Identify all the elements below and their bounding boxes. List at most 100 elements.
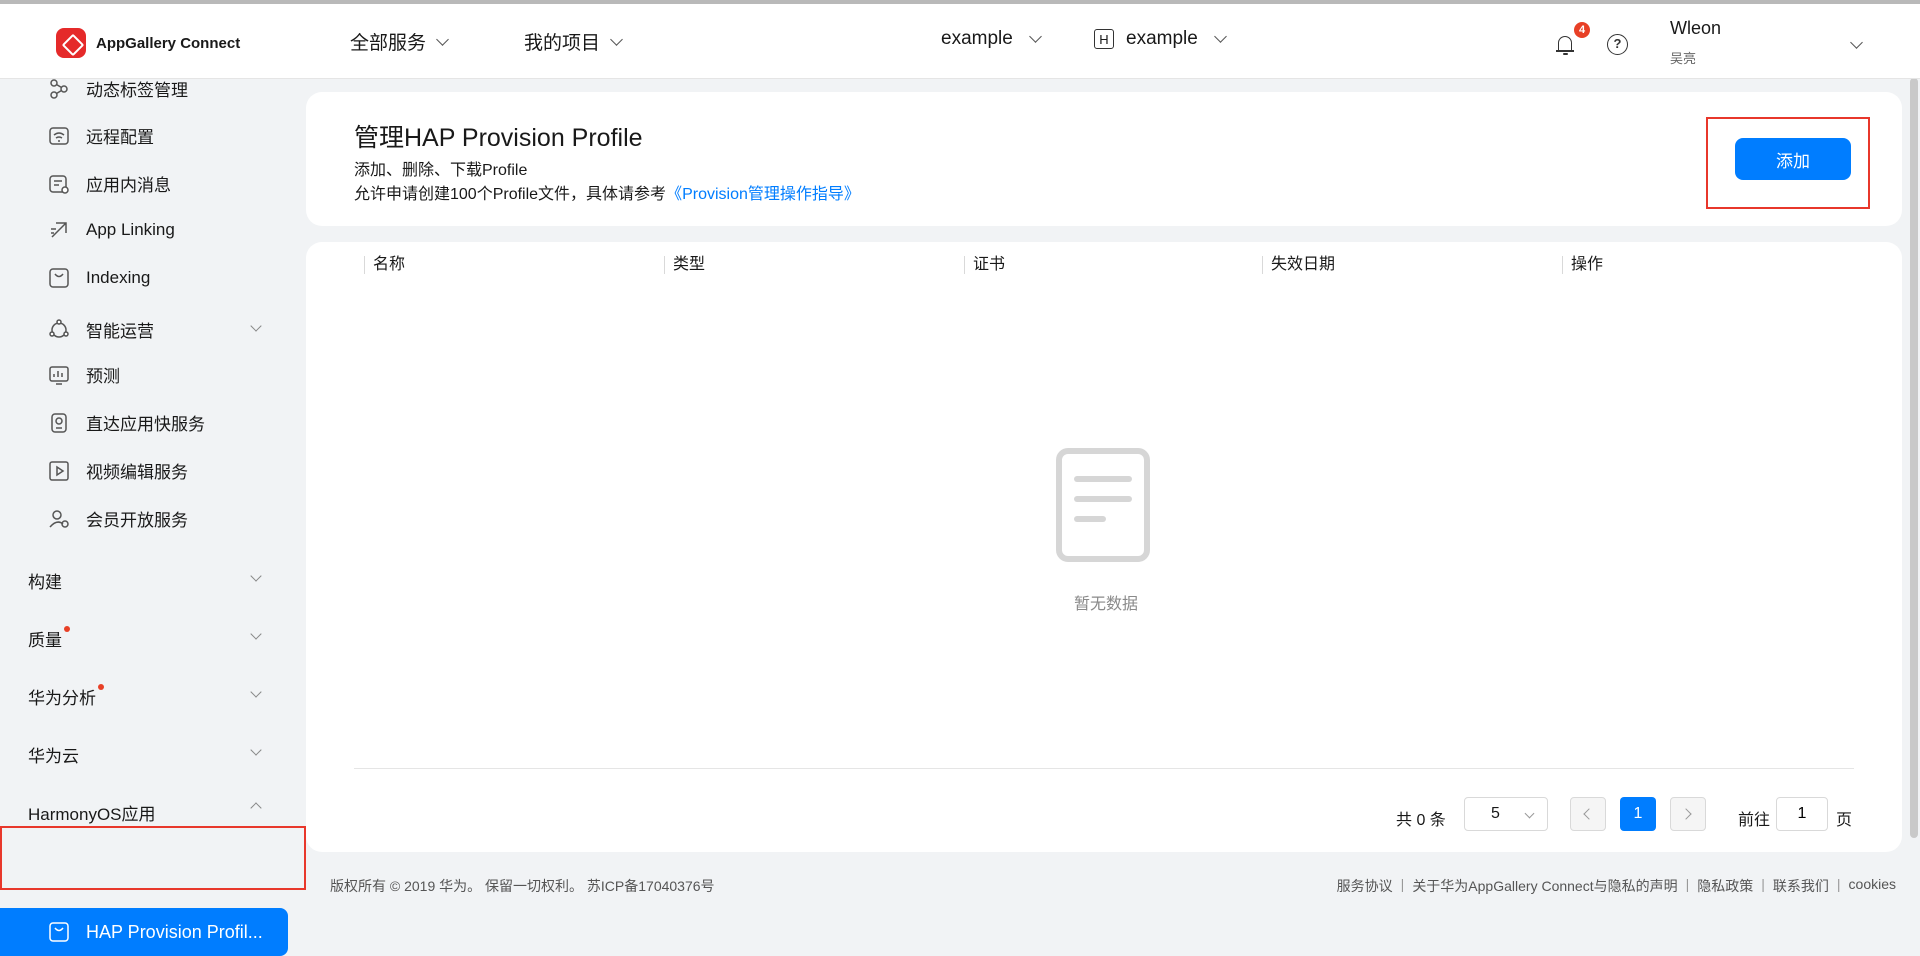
sidebar-item-indexing[interactable]: Indexing bbox=[48, 267, 150, 289]
sidebar-item-app-linking[interactable]: App Linking bbox=[48, 219, 175, 241]
wifi-config-icon bbox=[48, 125, 70, 147]
sidebar-item-label: 应用内消息 bbox=[86, 176, 171, 195]
page-scrollbar[interactable] bbox=[1910, 78, 1918, 858]
project-name: example bbox=[941, 28, 1013, 49]
sidebar-group-harmonyos-apps[interactable]: HarmonyOS应用 bbox=[28, 800, 156, 825]
sidebar-item-label: 智能运营 bbox=[86, 322, 154, 341]
footer-link-cookies[interactable]: cookies bbox=[1849, 876, 1896, 896]
sidebar-item-label: App Linking bbox=[86, 220, 175, 239]
chevron-down-icon[interactable] bbox=[250, 744, 262, 756]
sidebar-item-hap-provision-profile[interactable]: HAP Provision Profil... bbox=[0, 908, 288, 956]
page-description: 添加、删除、下载Profile bbox=[354, 162, 528, 179]
sidebar-item-label: Indexing bbox=[86, 268, 151, 287]
sidebar-item-prediction[interactable]: 预测 bbox=[48, 362, 120, 387]
harmony-app-icon: H bbox=[1094, 29, 1114, 49]
sidebar-item-member-service[interactable]: 会员开放服务 bbox=[48, 506, 188, 531]
link-icon bbox=[48, 219, 70, 241]
sidebar-item-label: HAP Provision Profil... bbox=[86, 921, 263, 942]
profile-table-card: 名称 类型 证书 失效日期 操作 暂无数据 共 0 条 5 1 前往 页 bbox=[306, 242, 1902, 852]
member-icon bbox=[48, 508, 70, 530]
sidebar-item-dynamic-tags[interactable]: 动态标签管理 bbox=[48, 76, 188, 101]
top-header: AppGallery Connect 全部服务 我的项目 example H e… bbox=[0, 0, 1920, 78]
user-name[interactable]: Wleon bbox=[1670, 18, 1721, 39]
tag-network-icon bbox=[48, 78, 70, 100]
sidebar-group-huawei-analytics[interactable]: 华为分析 bbox=[28, 684, 104, 709]
next-page-button[interactable] bbox=[1670, 797, 1706, 831]
index-icon bbox=[48, 267, 70, 289]
footer-link-privacy-statement[interactable]: 关于华为AppGallery Connect与隐私的声明 bbox=[1412, 876, 1677, 896]
chevron-down-icon bbox=[1524, 808, 1535, 819]
sidebar-item-remote-config[interactable]: 远程配置 bbox=[48, 123, 154, 148]
scrollbar-thumb[interactable] bbox=[1910, 78, 1918, 838]
all-services-label: 全部服务 bbox=[350, 33, 427, 54]
chevron-up-icon[interactable] bbox=[250, 802, 262, 814]
footer-link-contact-us[interactable]: 联系我们 bbox=[1773, 876, 1829, 896]
operations-icon bbox=[48, 318, 70, 341]
prev-page-button[interactable] bbox=[1570, 797, 1606, 831]
all-services-menu[interactable]: 全部服务 bbox=[350, 28, 449, 55]
chevron-left-icon bbox=[1583, 808, 1595, 820]
my-projects-menu[interactable]: 我的项目 bbox=[524, 28, 623, 55]
sidebar-group-build[interactable]: 构建 bbox=[28, 568, 62, 593]
app-selector[interactable]: H example bbox=[1094, 28, 1227, 50]
appgallery-logo-icon bbox=[56, 28, 86, 58]
bell-icon[interactable] bbox=[1556, 34, 1574, 55]
page-label: 页 bbox=[1836, 812, 1853, 829]
footer-link-privacy-policy[interactable]: 隐私政策 bbox=[1697, 876, 1753, 896]
sidebar-group-label: 质量 bbox=[28, 631, 62, 650]
footer-link-service-agreement[interactable]: 服务协议 bbox=[1337, 876, 1393, 896]
sidebar-group-label: 华为分析 bbox=[28, 689, 96, 708]
pagination-total: 共 0 条 bbox=[1396, 812, 1446, 829]
sidebar-item-in-app-messages[interactable]: 应用内消息 bbox=[48, 171, 171, 196]
sidebar-item-label: 视频编辑服务 bbox=[86, 463, 188, 482]
user-subname: 吴亮 bbox=[1670, 51, 1697, 66]
goto-label: 前往 bbox=[1738, 812, 1771, 829]
profile-header-card: 管理HAP Provision Profile 添加、删除、下载Profile … bbox=[306, 92, 1902, 226]
sidebar-item-video-editing[interactable]: 视频编辑服务 bbox=[48, 458, 188, 483]
chevron-down-icon[interactable] bbox=[1850, 36, 1863, 49]
chevron-down-icon bbox=[1028, 30, 1042, 43]
empty-state-text: 暂无数据 bbox=[1073, 596, 1138, 613]
provision-guide-link[interactable]: 《Provision管理操作指导》 bbox=[666, 186, 860, 203]
page-title: 管理HAP Provision Profile bbox=[354, 124, 643, 152]
chevron-down-icon[interactable] bbox=[250, 628, 262, 640]
red-dot-indicator bbox=[98, 684, 104, 690]
column-header-certificate: 证书 bbox=[964, 256, 1005, 274]
sidebar-group-quality[interactable]: 质量 bbox=[28, 626, 70, 651]
sidebar-item-label: 直达应用快服务 bbox=[86, 415, 205, 434]
column-header-actions: 操作 bbox=[1562, 256, 1603, 274]
chevron-down-icon bbox=[1213, 30, 1227, 43]
sidebar-item-smart-operations[interactable]: 智能运营 bbox=[48, 317, 154, 342]
footer-links: 服务协议 | 关于华为AppGallery Connect与隐私的声明 | 隐私政策… bbox=[1336, 876, 1896, 896]
footer-copyright: 版权所有 © 2019 华为。 保留一切权利。 苏ICP备17040376号 bbox=[330, 878, 715, 894]
sidebar: 动态标签管理 远程配置 应用内消息 App Linking Indexing 智… bbox=[0, 76, 296, 956]
project-selector[interactable]: example bbox=[941, 28, 1042, 50]
page-size-value: 5 bbox=[1491, 805, 1500, 822]
page-note: 允许申请创建100个Profile文件，具体请参考《Provision管理操作指… bbox=[354, 180, 860, 204]
add-button[interactable]: 添加 bbox=[1735, 138, 1851, 180]
help-icon[interactable]: ? bbox=[1607, 34, 1628, 55]
current-page-button[interactable]: 1 bbox=[1620, 797, 1656, 831]
sidebar-group-huawei-cloud[interactable]: 华为云 bbox=[28, 742, 79, 767]
my-projects-label: 我的项目 bbox=[524, 33, 601, 54]
sidebar-item-quick-app-service[interactable]: 直达应用快服务 bbox=[48, 410, 205, 435]
app-logo[interactable]: AppGallery Connect bbox=[56, 28, 240, 58]
chevron-down-icon bbox=[436, 32, 449, 46]
logo-text: AppGallery Connect bbox=[96, 34, 241, 52]
video-edit-icon bbox=[48, 460, 70, 482]
sidebar-item-label: 会员开放服务 bbox=[86, 511, 188, 530]
goto-page-input[interactable] bbox=[1776, 797, 1828, 831]
page-size-select[interactable]: 5 bbox=[1464, 797, 1548, 831]
column-header-type: 类型 bbox=[664, 256, 705, 274]
chevron-down-icon bbox=[610, 32, 623, 46]
notification-badge: 4 bbox=[1574, 22, 1590, 38]
chevron-down-icon[interactable] bbox=[250, 320, 262, 332]
sidebar-item-label: 远程配置 bbox=[86, 128, 154, 147]
chevron-down-icon[interactable] bbox=[250, 570, 262, 582]
chevron-down-icon[interactable] bbox=[250, 686, 262, 698]
column-header-expiry-date: 失效日期 bbox=[1262, 256, 1335, 274]
page-note-text: 允许申请创建100个Profile文件，具体请参考 bbox=[354, 186, 667, 203]
red-dot-indicator bbox=[64, 626, 70, 632]
app-name: example bbox=[1126, 28, 1198, 49]
prediction-icon bbox=[48, 364, 70, 386]
